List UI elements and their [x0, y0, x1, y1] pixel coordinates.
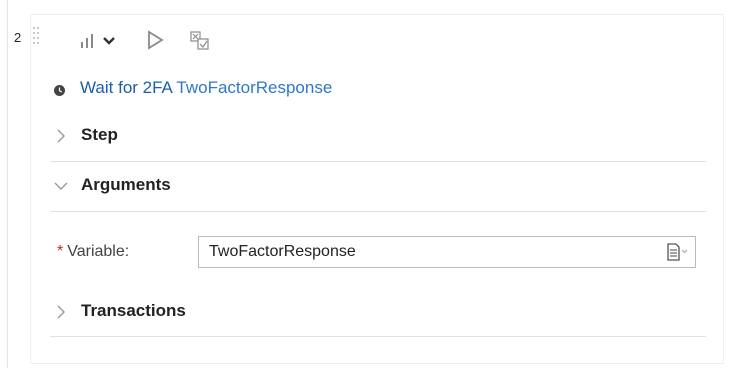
chevron-right-icon — [54, 129, 68, 143]
bar-chart-icon[interactable] — [79, 30, 99, 52]
divider — [50, 211, 706, 212]
section-arguments[interactable]: Arguments — [54, 174, 706, 202]
chevron-down-icon — [54, 179, 68, 193]
drag-handle-icon[interactable] — [33, 27, 40, 45]
section-step[interactable]: Step — [54, 124, 706, 152]
chevron-down-icon[interactable] — [100, 30, 118, 52]
variable-field[interactable]: TwoFactorResponse — [198, 236, 696, 268]
chevron-right-icon — [54, 305, 68, 319]
section-step-label: Step — [81, 125, 118, 144]
variable-field-value: TwoFactorResponse — [209, 243, 356, 260]
section-transactions[interactable]: Transactions — [54, 300, 706, 328]
variable-label: * Variable: — [57, 243, 129, 261]
left-gutter-rule — [7, 0, 8, 368]
clock-icon — [54, 83, 65, 96]
step-number: 2 — [14, 30, 22, 45]
play-icon[interactable] — [145, 30, 165, 52]
variable-label-text: Variable: — [67, 243, 130, 260]
divider — [50, 161, 706, 162]
divider — [50, 336, 706, 337]
section-transactions-label: Transactions — [81, 301, 186, 320]
step-title: Wait for 2FA TwoFactorResponse — [80, 78, 332, 98]
step-title-argument-link[interactable]: TwoFactorResponse — [176, 78, 332, 97]
section-arguments-label: Arguments — [81, 175, 171, 194]
document-dropdown-icon[interactable] — [667, 243, 689, 261]
required-marker: * — [57, 243, 64, 260]
step-title-verb: Wait for 2FA — [80, 78, 172, 97]
checkbox-icon[interactable] — [188, 30, 212, 52]
